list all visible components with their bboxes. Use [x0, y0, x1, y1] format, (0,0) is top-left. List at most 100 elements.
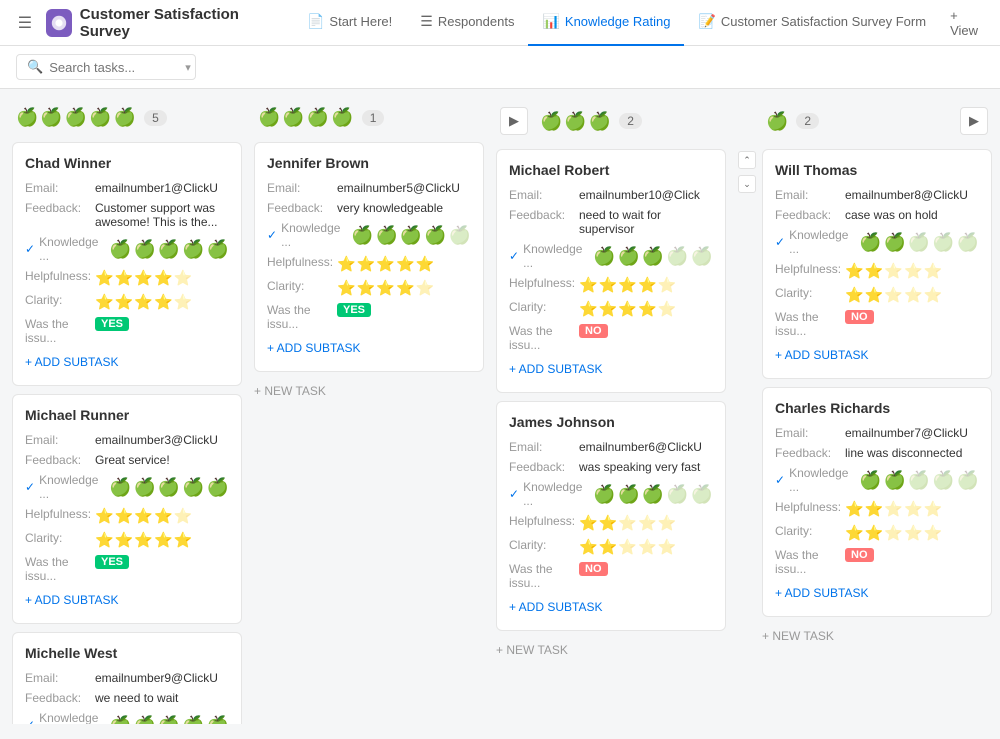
card-michael-robert: Michael Robert Email: emailnumber10@Clic…: [496, 149, 726, 393]
check-icon: ✓: [775, 473, 785, 487]
new-task-btn[interactable]: + NEW TASK: [496, 639, 726, 661]
knowledge-apples: 🍏🍏🍏🍏🍏: [859, 232, 979, 253]
apple-1: 🍏: [16, 107, 38, 128]
card-knowledge-row: ✓ Knowledge ... 🍏🍏🍏🍏🍏: [25, 473, 229, 501]
add-subtask-btn[interactable]: + ADD SUBTASK: [25, 351, 229, 373]
card-helpfulness-row: Helpfulness: ⭐⭐⭐⭐⭐: [509, 514, 713, 532]
card-feedback: line was disconnected: [845, 446, 979, 460]
tab-knowledge-rating[interactable]: 📊 Knowledge Rating: [528, 0, 684, 46]
collapse-up-btn[interactable]: ⌃: [738, 151, 756, 169]
survey-form-icon: 📝: [698, 13, 715, 30]
clarity-stars: ⭐⭐⭐⭐⭐: [337, 279, 434, 297]
add-subtask-btn[interactable]: + ADD SUBTASK: [25, 589, 229, 611]
card-feedback-row: Feedback: need to wait for supervisor: [509, 208, 713, 236]
column-header-5: 🍏 🍏 🍏 🍏 🍏 5: [12, 101, 242, 134]
card-email-row: Email: emailnumber6@ClickU: [509, 440, 713, 454]
knowledge-apples: 🍏🍏🍏🍏🍏: [109, 239, 229, 260]
card-issue-row: Was the issu... NO: [509, 324, 713, 352]
card-knowledge-row: ✓ Knowledge ... 🍏🍏🍏🍏🍏: [267, 221, 471, 249]
card-knowledge-row: ✓ Knowledge ... 🍏🍏🍏🍏🍏: [25, 235, 229, 263]
new-task-btn[interactable]: + NEW TASK: [254, 380, 484, 402]
column-cards-4: Jennifer Brown Email: emailnumber5@Click…: [254, 142, 484, 402]
col-nav-left[interactable]: ▶: [500, 107, 528, 135]
tab-start-here[interactable]: 📄 Start Here!: [293, 0, 406, 46]
apple-rating-4: 🍏 🍏 🍏 🍏: [258, 107, 354, 128]
card-clarity-row: Clarity: ⭐⭐⭐⭐⭐: [775, 524, 979, 542]
card-will-thomas: Will Thomas Email: emailnumber8@ClickU F…: [762, 149, 992, 379]
helpfulness-stars: ⭐⭐⭐⭐⭐: [95, 269, 192, 287]
column-5-apples: 🍏 🍏 🍏 🍏 🍏 5 Chad Winner Email: emailnumb…: [12, 101, 242, 724]
column-cards-1: Will Thomas Email: emailnumber8@ClickU F…: [762, 149, 992, 647]
col-nav-right[interactable]: ▶: [960, 107, 988, 135]
search-input[interactable]: [49, 60, 179, 75]
issue-badge: YES: [95, 317, 129, 331]
issue-badge: NO: [579, 562, 608, 576]
helpfulness-stars: ⭐⭐⭐⭐⭐: [579, 276, 676, 294]
card-email-row: Email: emailnumber9@ClickU: [25, 671, 229, 685]
helpfulness-stars: ⭐⭐⭐⭐⭐: [845, 500, 942, 518]
card-email: emailnumber5@ClickU: [337, 181, 471, 195]
issue-badge: YES: [95, 555, 129, 569]
card-feedback: Customer support was awesome! This is th…: [95, 201, 229, 229]
knowledge-apples: 🍏🍏🍏🍏🍏: [351, 225, 471, 246]
card-feedback-row: Feedback: case was on hold: [775, 208, 979, 222]
respondents-icon: ☰: [420, 13, 433, 30]
add-subtask-btn[interactable]: + ADD SUBTASK: [509, 358, 713, 380]
new-task-btn[interactable]: + NEW TASK: [762, 625, 992, 647]
card-email: emailnumber3@ClickU: [95, 433, 229, 447]
collapse-down-btn[interactable]: ⌄: [738, 175, 756, 193]
card-email-row: Email: emailnumber8@ClickU: [775, 188, 979, 202]
card-helpfulness-row: Helpfulness: ⭐⭐⭐⭐⭐: [775, 262, 979, 280]
add-subtask-btn[interactable]: + ADD SUBTASK: [267, 337, 471, 359]
check-icon: ✓: [25, 242, 35, 256]
check-icon: ✓: [509, 249, 519, 263]
search-chevron-icon[interactable]: ▾: [185, 61, 191, 74]
card-email-row: Email: emailnumber1@ClickU: [25, 181, 229, 195]
card-clarity-row: Clarity: ⭐⭐⭐⭐⭐: [25, 531, 229, 549]
page-title: Customer Satisfaction Survey: [80, 6, 277, 40]
card-clarity-row: Clarity: ⭐⭐⭐⭐⭐: [25, 293, 229, 311]
card-email-row: Email: emailnumber5@ClickU: [267, 181, 471, 195]
search-icon: 🔍: [27, 59, 43, 75]
card-name: Will Thomas: [775, 162, 979, 178]
issue-badge: NO: [845, 548, 874, 562]
check-icon: ✓: [25, 480, 35, 494]
card-email: emailnumber10@Click: [579, 188, 713, 202]
board: 🍏 🍏 🍏 🍏 🍏 5 Chad Winner Email: emailnumb…: [0, 89, 1000, 736]
card-feedback-row: Feedback: was speaking very fast: [509, 460, 713, 474]
card-knowledge-row: ✓ Knowledge ... 🍏🍏🍏🍏🍏: [25, 711, 229, 724]
card-issue-row: Was the issu... YES: [25, 317, 229, 345]
add-view-tab[interactable]: + View: [940, 0, 988, 46]
add-subtask-btn[interactable]: + ADD SUBTASK: [509, 596, 713, 618]
card-feedback-row: Feedback: Customer support was awesome! …: [25, 201, 229, 229]
add-subtask-btn[interactable]: + ADD SUBTASK: [775, 582, 979, 604]
card-email-row: Email: emailnumber3@ClickU: [25, 433, 229, 447]
card-clarity-row: Clarity: ⭐⭐⭐⭐⭐: [775, 286, 979, 304]
card-knowledge-row: ✓ Knowledge ... 🍏🍏🍏🍏🍏: [509, 242, 713, 270]
card-feedback: was speaking very fast: [579, 460, 713, 474]
column-count-3: 2: [619, 113, 642, 129]
add-subtask-btn[interactable]: + ADD SUBTASK: [775, 344, 979, 366]
helpfulness-stars: ⭐⭐⭐⭐⭐: [95, 507, 192, 525]
column-3-apples: ▶ 🍏 🍏 🍏 2 Michael Robert Email: emailnum…: [496, 101, 726, 724]
knowledge-apples: 🍏🍏🍏🍏🍏: [109, 477, 229, 498]
card-jennifer-brown: Jennifer Brown Email: emailnumber5@Click…: [254, 142, 484, 372]
tab-respondents[interactable]: ☰ Respondents: [406, 0, 528, 46]
tab-survey-form[interactable]: 📝 Customer Satisfaction Survey Form: [684, 0, 940, 46]
knowledge-apples: 🍏🍏🍏🍏🍏: [859, 470, 979, 491]
column-cards-5: Chad Winner Email: emailnumber1@ClickU F…: [12, 142, 242, 724]
menu-icon[interactable]: ☰: [12, 9, 38, 37]
card-helpfulness-row: Helpfulness: ⭐⭐⭐⭐⭐: [25, 507, 229, 525]
column-count-5: 5: [144, 110, 167, 126]
column-header-1: 🍏 2 ▶: [762, 101, 992, 141]
check-icon: ✓: [509, 487, 519, 501]
helpfulness-stars: ⭐⭐⭐⭐⭐: [337, 255, 434, 273]
card-feedback-row: Feedback: very knowledgeable: [267, 201, 471, 215]
apple-rating-5: 🍏 🍏 🍏 🍏 🍏: [16, 107, 136, 128]
search-box[interactable]: 🔍 ▾: [16, 54, 196, 80]
apple-2: 🍏: [40, 107, 62, 128]
app-icon: [46, 9, 72, 37]
header-tabs: 📄 Start Here! ☰ Respondents 📊 Knowledge …: [293, 0, 988, 46]
card-email: emailnumber1@ClickU: [95, 181, 229, 195]
apple-3: 🍏: [65, 107, 87, 128]
